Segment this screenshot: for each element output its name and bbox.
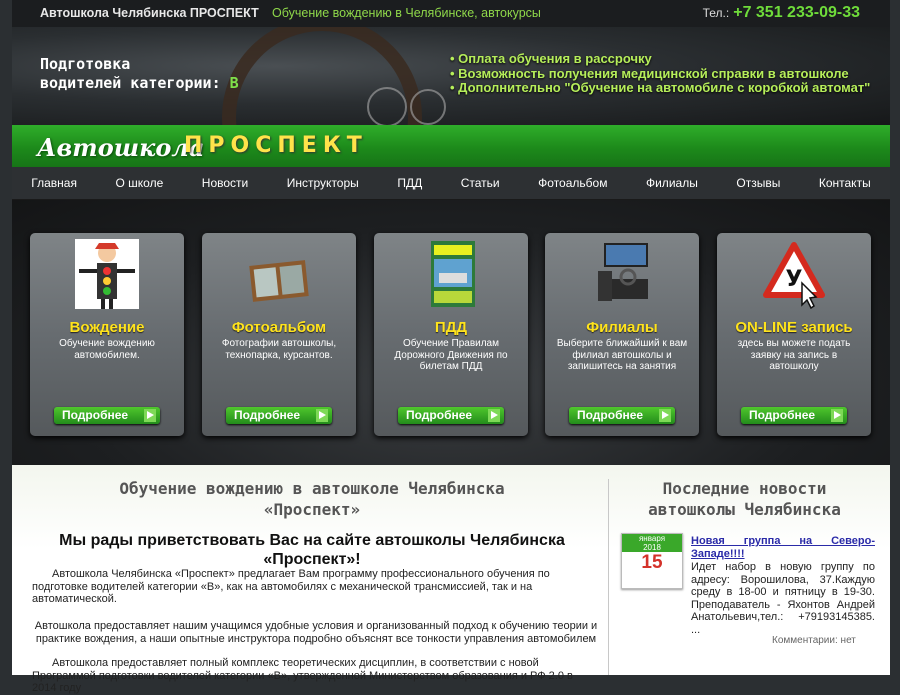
tachometer-image bbox=[410, 89, 446, 125]
main-nav: Главная О школе Новости Инструкторы ПДД … bbox=[12, 167, 890, 200]
category-line-2: водителей категории: bbox=[40, 74, 221, 92]
more-button[interactable]: Подробнее bbox=[569, 407, 675, 424]
logo-text-part2: ПРОСПЕКТ bbox=[184, 133, 368, 158]
content-area: Обучение вождению в автошколе Челябинска… bbox=[12, 465, 890, 694]
benefit-item: • Оплата обучения в рассрочку bbox=[450, 51, 652, 66]
paragraph: Автошкола предоставляет нашим учащимся у… bbox=[34, 620, 598, 645]
paragraph: Автошкола предоставляет полный комплекс … bbox=[32, 657, 573, 694]
benefit-item: • Возможность получения медицинской спра… bbox=[450, 65, 849, 81]
phone-number[interactable]: +7 351 233-09-33 bbox=[733, 4, 860, 21]
card-title: Фотоальбом bbox=[231, 319, 327, 336]
nav-contacts[interactable]: Контакты bbox=[819, 176, 871, 190]
card-title: Филиалы bbox=[586, 319, 658, 336]
photo-album-icon bbox=[249, 260, 309, 302]
card-photo-album[interactable]: Фотоальбом Фотографии автошколы, технопа… bbox=[202, 233, 356, 436]
svg-text:У: У bbox=[786, 267, 803, 292]
more-button[interactable]: Подробнее bbox=[398, 407, 504, 424]
top-bar: Автошкола Челябинска ПРОСПЕКТ Обучение в… bbox=[12, 0, 890, 27]
card-desc: Фотографии автошколы, технопарка, курсан… bbox=[221, 338, 337, 361]
arrow-right-icon bbox=[144, 409, 156, 422]
feature-cards: Вождение Обучение вождению автомобилем. … bbox=[12, 200, 890, 465]
rules-book-icon bbox=[431, 241, 475, 307]
news-comments[interactable]: Комментарии: нет bbox=[772, 635, 856, 646]
nav-news[interactable]: Новости bbox=[202, 176, 248, 190]
card-title: Вождение bbox=[69, 319, 145, 336]
more-button-label: Подробнее bbox=[234, 408, 301, 422]
nav-instructors[interactable]: Инструкторы bbox=[287, 176, 359, 190]
logo-text-part1: Автошкола bbox=[37, 133, 205, 162]
welcome-heading: Мы рады приветствовать Вас на сайте авто… bbox=[59, 532, 565, 568]
card-desc: Обучение вождению автомобилем. bbox=[59, 338, 155, 361]
cal-year: 2018 bbox=[643, 543, 661, 552]
more-button[interactable]: Подробнее bbox=[741, 407, 847, 424]
card-rules[interactable]: ПДД Обучение Правилам Дорожного Движения… bbox=[374, 233, 528, 436]
card-desc: Выберите ближайший к вам филиал автошкол… bbox=[556, 338, 688, 372]
nav-reviews[interactable]: Отзывы bbox=[736, 176, 780, 190]
hero-banner: Подготовка водителей категории: B • Опла… bbox=[12, 27, 890, 125]
news-link[interactable]: Новая группа на Северо-Западе!!!! bbox=[691, 535, 875, 561]
card-title: ПДД bbox=[434, 319, 468, 336]
arrow-right-icon bbox=[316, 409, 328, 422]
traffic-controller-icon bbox=[75, 239, 139, 309]
benefit-item: • Дополнительно "Обучение на автомобиле … bbox=[450, 80, 871, 95]
card-online-signup[interactable]: У ON-LINE запись здесь вы можете подать … bbox=[717, 233, 871, 436]
arrow-right-icon bbox=[488, 409, 500, 422]
more-button-label: Подробнее bbox=[577, 408, 644, 422]
category-line-1: Подготовка bbox=[40, 55, 131, 73]
more-button-label: Подробнее bbox=[749, 408, 816, 422]
driving-simulator-icon bbox=[598, 243, 648, 301]
arrow-right-icon bbox=[831, 409, 843, 422]
category-value: B bbox=[229, 74, 239, 92]
speedometer-image bbox=[367, 87, 407, 125]
arrow-right-icon bbox=[659, 409, 671, 422]
benefits-list: • Оплата обучения в рассрочку • Возможно… bbox=[450, 51, 871, 96]
news-excerpt: Идет набор в новую группу по адресу: Вор… bbox=[691, 561, 875, 636]
paragraph: Автошкола Челябинска «Проспект» предлага… bbox=[32, 568, 550, 605]
calendar-date-icon: января 2018 15 bbox=[621, 533, 683, 589]
nav-photo-album[interactable]: Фотоальбом bbox=[538, 176, 607, 190]
card-driving[interactable]: Вождение Обучение вождению автомобилем. … bbox=[30, 233, 184, 436]
more-button[interactable]: Подробнее bbox=[226, 407, 332, 424]
nav-articles[interactable]: Статьи bbox=[461, 176, 500, 190]
phone-label: Тел.: bbox=[702, 6, 730, 20]
logo-banner[interactable]: Автошкола ПРОСПЕКТ bbox=[12, 125, 890, 167]
card-branches[interactable]: Филиалы Выберите ближайший к вам филиал … bbox=[545, 233, 699, 436]
nav-branches[interactable]: Филиалы bbox=[646, 176, 698, 190]
category-info: Подготовка водителей категории: B bbox=[40, 55, 239, 93]
card-title: ON-LINE запись bbox=[735, 319, 853, 336]
card-desc: Обучение Правилам Дорожного Движения по … bbox=[394, 338, 508, 372]
cal-month: января bbox=[638, 534, 666, 543]
cal-day: 15 bbox=[641, 552, 663, 573]
site-slogan: Обучение вождению в Челябинске, автокурс… bbox=[272, 6, 541, 20]
card-desc: здесь вы можете подать заявку на запись … bbox=[737, 338, 851, 372]
more-button-label: Подробнее bbox=[62, 408, 129, 422]
more-button-label: Подробнее bbox=[406, 408, 473, 422]
nav-home[interactable]: Главная bbox=[31, 176, 77, 190]
nav-rules[interactable]: ПДД bbox=[397, 176, 422, 190]
site-name: Автошкола Челябинска ПРОСПЕКТ bbox=[40, 6, 259, 20]
main-heading: Обучение вождению в автошколе Челябинска… bbox=[119, 479, 505, 519]
more-button[interactable]: Подробнее bbox=[54, 407, 160, 424]
news-heading: Последние новости автошколы Челябинска bbox=[648, 479, 841, 519]
student-driver-sign-icon: У bbox=[763, 242, 825, 309]
nav-about[interactable]: О школе bbox=[115, 176, 163, 190]
column-divider bbox=[608, 479, 609, 675]
phone: Тел.: +7 351 233-09-33 bbox=[703, 4, 860, 22]
